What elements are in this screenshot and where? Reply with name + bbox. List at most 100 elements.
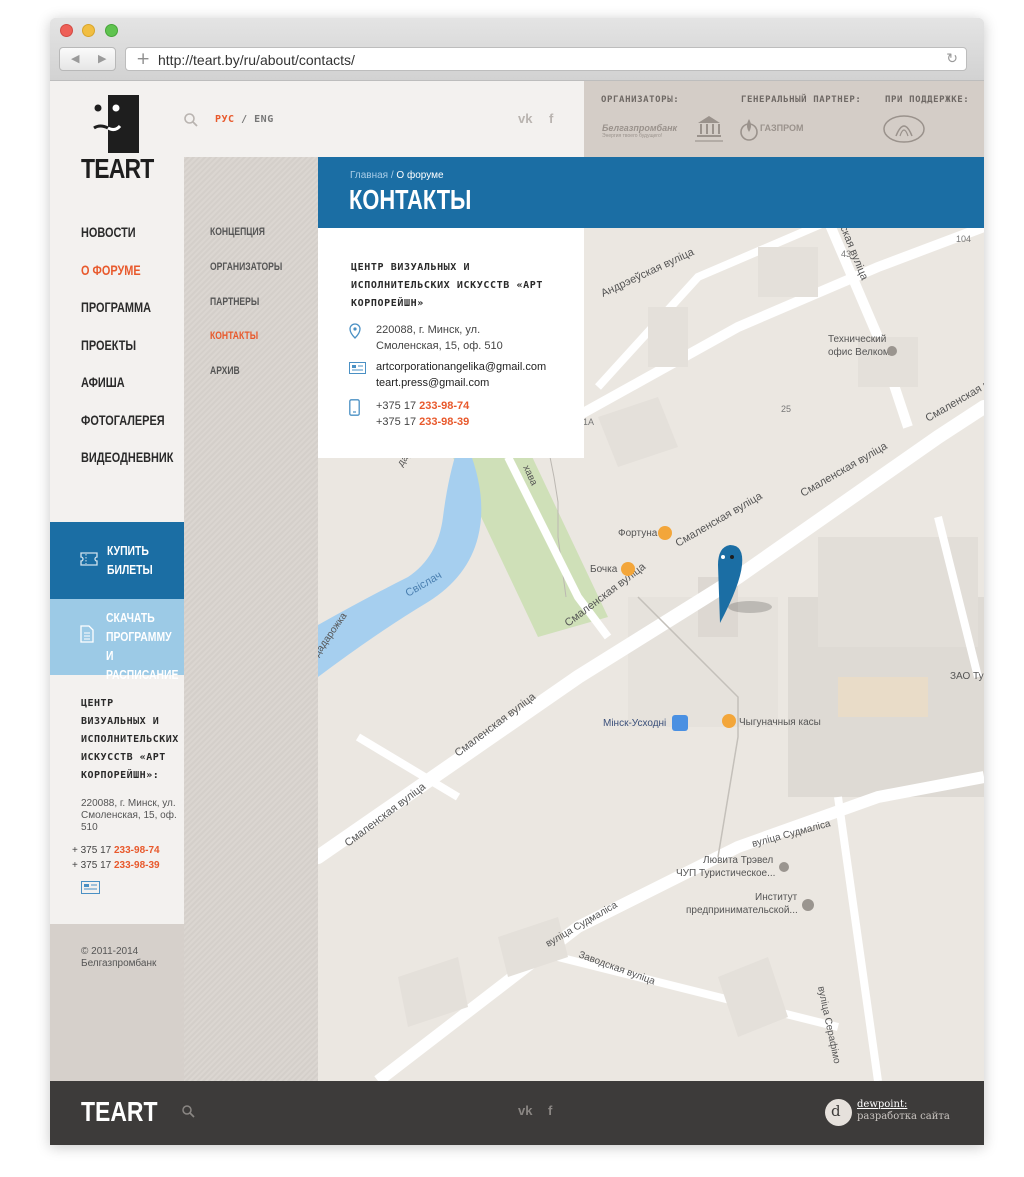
left-contact-phone-2: + 375 17 233-98-39 — [72, 860, 160, 871]
pin-eye — [721, 555, 725, 559]
buy-tickets-button[interactable]: КУПИТЬ БИЛЕТЫ — [50, 522, 184, 599]
phone-number[interactable]: 233-98-39 — [114, 860, 160, 871]
main-nav: НОВОСТИ О ФОРУМЕ ПРОГРАММА ПРОЕКТЫ АФИША… — [81, 224, 199, 487]
left-column: TEART НОВОСТИ О ФОРУМЕ ПРОГРАММА ПРОЕКТЫ… — [50, 81, 184, 1081]
footer-search-icon[interactable] — [182, 1105, 195, 1118]
map-label-poi: Бочка — [590, 564, 618, 575]
belgazprombank-logo-text: Белгазпромбанк — [602, 123, 678, 133]
language-switcher: РУС / ENG — [215, 114, 274, 125]
contact-phones: +375 17 233-98-74 +375 17 233-98-39 — [376, 398, 469, 430]
main-nav-program[interactable]: ПРОГРАММА — [81, 299, 173, 337]
pin-shadow — [728, 601, 772, 613]
map-label-poi: ЗАО Ту — [950, 671, 984, 682]
lang-separator: / — [241, 114, 248, 125]
maximize-window-button[interactable] — [105, 24, 118, 37]
school-icon — [802, 899, 814, 911]
map-house-number: 104 — [956, 234, 971, 244]
belgazprombank-logo[interactable]: Белгазпромбанк Энергия твоего будущего! — [602, 123, 678, 139]
phone-number[interactable]: 233-98-39 — [419, 416, 469, 428]
map-poi-marker — [779, 862, 789, 872]
map-label-poi: Технический — [828, 334, 886, 345]
url-text[interactable]: http://teart.by/ru/about/contacts/ — [158, 52, 355, 68]
document-icon — [80, 625, 94, 643]
content-area: Главная / О форуме КОНТАКТЫ Смаленская в… — [318, 157, 984, 1081]
main-nav-projects[interactable]: ПРОЕКТЫ — [81, 337, 173, 375]
main-nav-about[interactable]: О ФОРУМЕ — [81, 262, 173, 300]
add-bookmark-icon[interactable]: + — [136, 49, 150, 69]
sub-nav-partners[interactable]: ПАРТНЕРЫ — [210, 296, 282, 331]
map-house-number: 43 — [841, 249, 851, 259]
phone-number[interactable]: 233-98-74 — [114, 845, 160, 856]
browser-window: ◀ ▶ + http://teart.by/ru/about/contacts/… — [50, 18, 984, 1145]
breadcrumb-current[interactable]: О форуме — [396, 170, 443, 181]
dewpoint-tagline: разработка сайта — [857, 1111, 950, 1122]
contact-card: ЦЕНТР ВИЗУАЛЬНЫХ И ИСПОЛНИТЕЛЬСКИХ ИСКУС… — [318, 228, 584, 458]
ticket-office-icon — [722, 714, 736, 728]
minimize-window-button[interactable] — [82, 24, 95, 37]
footer-facebook-icon[interactable]: f — [548, 1103, 552, 1118]
contact-email-link[interactable]: teart.press@gmail.com — [376, 375, 546, 391]
support-emblem-logo[interactable] — [882, 114, 926, 144]
vk-icon[interactable]: vk — [518, 111, 532, 126]
main-nav-afisha[interactable]: АФИША — [81, 374, 173, 412]
top-header: РУС / ENG vk f — [184, 81, 584, 157]
contact-email-link[interactable]: artcorporationangelika@gmail.com — [376, 359, 546, 375]
contact-card-title: ЦЕНТР ВИЗУАЛЬНЫХ И ИСПОЛНИТЕЛЬСКИХ ИСКУС… — [351, 262, 543, 309]
mail-icon[interactable] — [81, 881, 100, 894]
sub-nav-organizers[interactable]: ОРГАНИЗАТОРЫ — [210, 261, 282, 296]
partner-building-logo[interactable] — [694, 113, 724, 145]
left-contact-phone-1: + 375 17 233-98-74 — [72, 845, 160, 856]
breadcrumb-separator: / — [390, 170, 394, 181]
copyright-years: © 2011-2014 — [81, 946, 139, 957]
sub-nav-contacts[interactable]: КОНТАКТЫ — [210, 330, 282, 365]
breadcrumb-home[interactable]: Главная — [350, 170, 388, 181]
phone-prefix: +375 17 — [376, 416, 417, 428]
teart-wordmark: TEART — [81, 153, 154, 184]
buy-tickets-label: КУПИТЬ БИЛЕТЫ — [107, 543, 153, 577]
footer-vk-icon[interactable]: vk — [518, 1103, 532, 1118]
reload-icon[interactable]: ↻ — [946, 51, 958, 67]
copyright: © 2011-2014 Белгазпромбанк — [81, 946, 156, 970]
teart-logo[interactable]: TEART — [81, 95, 154, 184]
lang-ru[interactable]: РУС — [215, 114, 235, 125]
sub-nav-concept[interactable]: КОНЦЕПЦИЯ — [210, 226, 282, 261]
address-bar[interactable]: + http://teart.by/ru/about/contacts/ ↻ — [125, 47, 967, 71]
download-program-button[interactable]: СКАЧАТЬ ПРОГРАММУ И РАСПИСАНИЕ — [50, 599, 184, 682]
map-poi-marker — [887, 346, 897, 356]
facebook-icon[interactable]: f — [549, 111, 553, 126]
contact-address: 220088, г. Минск, ул. Смоленская, 15, оф… — [376, 322, 503, 354]
back-button[interactable]: ◀ — [71, 52, 79, 65]
phone-prefix: + 375 17 — [72, 845, 112, 856]
history-nav: ◀ ▶ — [59, 47, 116, 71]
email-icon — [349, 362, 366, 374]
phone-number[interactable]: 233-98-74 — [419, 400, 469, 412]
general-partner-label: ГЕНЕРАЛЬНЫЙ ПАРТНЕР: — [741, 95, 862, 105]
map-label-poi: предпринимательской... — [686, 905, 798, 916]
dewpoint-logo-icon[interactable]: d — [825, 1099, 852, 1126]
left-contact-address: 220088, г. Минск, ул. Смоленская, 15, оф… — [81, 798, 177, 833]
gazprom-logo-text: ГАЗПРОМ — [760, 123, 804, 133]
contact-emails: artcorporationangelika@gmail.com teart.p… — [376, 359, 546, 391]
dewpoint-credit[interactable]: dewpoint: разработка сайта — [857, 1099, 950, 1123]
map-label-poi: ЧУП Туристическое... — [676, 868, 775, 879]
gazprom-flame-icon — [740, 119, 758, 141]
map-sand-area — [838, 677, 928, 717]
map-building — [648, 307, 688, 367]
contact-phone-line: +375 17 233-98-39 — [376, 414, 469, 430]
phone-icon — [349, 399, 360, 416]
close-window-button[interactable] — [60, 24, 73, 37]
ticket-icon — [80, 552, 98, 566]
main-nav-photogallery[interactable]: ФОТОГАЛЕРЕЯ — [81, 412, 173, 450]
sub-nav: КОНЦЕПЦИЯ ОРГАНИЗАТОРЫ ПАРТНЕРЫ КОНТАКТЫ… — [210, 226, 303, 400]
sub-column: КОНЦЕПЦИЯ ОРГАНИЗАТОРЫ ПАРТНЕРЫ КОНТАКТЫ… — [184, 157, 318, 1081]
search-icon[interactable] — [184, 113, 198, 127]
sub-nav-archive[interactable]: АРХИВ — [210, 365, 282, 400]
organizers-label: ОРГАНИЗАТОРЫ: — [601, 95, 680, 105]
page-title: КОНТАКТЫ — [349, 184, 472, 215]
forward-button[interactable]: ▶ — [98, 52, 106, 65]
lang-en[interactable]: ENG — [254, 114, 274, 125]
main-nav-news[interactable]: НОВОСТИ — [81, 224, 173, 262]
main-nav-videodiary[interactable]: ВИДЕОДНЕВНИК — [81, 449, 173, 487]
footer-logo[interactable]: TEART — [81, 1096, 158, 1128]
teart-mask-icon — [93, 95, 139, 153]
